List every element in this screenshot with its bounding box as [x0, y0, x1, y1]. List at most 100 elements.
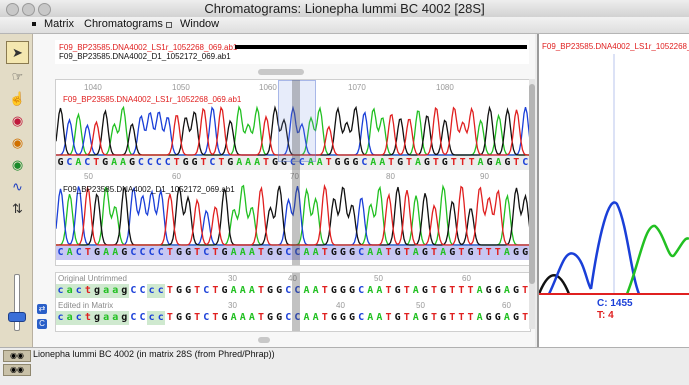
base-call: T	[403, 247, 410, 258]
wave-tool[interactable]: ∿	[6, 175, 29, 198]
window-title: Chromatograms: Lionepha lummi BC 4002 [2…	[204, 1, 485, 16]
base-call: A	[112, 247, 119, 258]
tick-top-1050: 1050	[172, 83, 190, 92]
base-call: T	[449, 312, 456, 323]
overview-scroll-thumb[interactable]	[258, 69, 304, 75]
base-call: T	[321, 285, 328, 296]
base-call: C	[139, 247, 146, 258]
base-call: T	[450, 157, 457, 168]
eye-tool-1[interactable]: ◉	[6, 109, 29, 132]
split-tool[interactable]: ⇅	[6, 197, 29, 220]
horizontal-scroll-thumb[interactable]	[258, 337, 270, 343]
eye-tool-2[interactable]: ◉	[6, 131, 29, 154]
base-call: T	[458, 247, 465, 258]
hand-pointer-icon: ☝	[9, 91, 26, 106]
base-call: G	[440, 312, 447, 323]
base-call: G	[486, 157, 493, 168]
base-call: T	[84, 247, 91, 258]
tick-mid-50: 50	[84, 172, 93, 181]
base-call: G	[227, 157, 234, 168]
base-call: G	[175, 285, 182, 296]
base-call: T	[385, 247, 392, 258]
menu-matrix[interactable]: Matrix	[44, 18, 74, 30]
base-call: A	[248, 247, 255, 258]
window-menu-icon	[166, 22, 172, 28]
base-call: C	[139, 312, 146, 323]
base-call: A	[312, 285, 319, 296]
base-call: G	[349, 312, 356, 323]
eye-tool-3[interactable]: ◉	[6, 153, 29, 176]
base-call: A	[254, 157, 261, 168]
sequence-rows: Original Untrimmed 30 40 50 60 cactgaagC…	[55, 272, 531, 332]
base-call: G	[339, 285, 346, 296]
base-call: A	[303, 285, 310, 296]
base-call: a	[110, 311, 120, 325]
eye-red-icon: ◉	[11, 113, 24, 128]
base-call: G	[421, 247, 428, 258]
title-bar: Chromatograms: Lionepha lummi BC 4002 [2…	[0, 0, 689, 18]
base-call: A	[248, 312, 255, 323]
selected-column-marker-2	[292, 273, 300, 331]
vertical-scrollbar[interactable]	[529, 79, 535, 329]
base-call: C	[57, 247, 64, 258]
base-call: G	[441, 157, 448, 168]
base-call: A	[316, 157, 323, 168]
base-call: G	[182, 157, 189, 168]
base-call: G	[175, 312, 182, 323]
base-call: T	[321, 247, 328, 258]
base-call: A	[230, 312, 237, 323]
base-call: A	[103, 247, 110, 258]
base-call: T	[200, 157, 207, 168]
tick-top-1070: 1070	[348, 83, 366, 92]
menu-bar: Matrix Chromatograms Window	[0, 17, 689, 34]
base-call: G	[276, 312, 283, 323]
base-call: G	[221, 247, 228, 258]
selected-column-marker	[292, 80, 300, 265]
base-call: G	[276, 247, 283, 258]
read2-name: F09_BP23585.DNA4002_D1_1052172_069.ab1	[63, 185, 235, 194]
split-arrows-icon: ⇅	[12, 201, 23, 216]
zoom-slider-track[interactable]	[14, 274, 20, 331]
base-call: G	[423, 157, 430, 168]
base-call: A	[111, 157, 118, 168]
base-call: C	[155, 157, 162, 168]
zoom-slider-thumb[interactable]	[8, 312, 26, 322]
base-call: C	[361, 157, 368, 168]
tick-top-1040: 1040	[84, 83, 102, 92]
base-call: G	[513, 285, 520, 296]
base-call: A	[477, 157, 484, 168]
base-call: G	[504, 157, 511, 168]
base-call: G	[485, 312, 492, 323]
base-call: g	[119, 311, 129, 325]
hand-tool-2[interactable]: ☝	[6, 87, 29, 110]
base-call: C	[148, 247, 155, 258]
menu-window[interactable]: Window	[180, 18, 219, 30]
base-call: G	[440, 285, 447, 296]
base-call: G	[175, 247, 182, 258]
base-call: A	[66, 247, 73, 258]
base-call: T	[385, 312, 392, 323]
base-call: G	[267, 247, 274, 258]
arrow-tool[interactable]: ➤	[6, 41, 29, 64]
base-call: A	[503, 247, 510, 258]
base-call: A	[230, 285, 237, 296]
base-call: C	[358, 312, 365, 323]
row-button-up[interactable]: ⇄	[37, 304, 47, 314]
base-call: A	[239, 312, 246, 323]
base-call: t	[83, 284, 93, 298]
menu-bullet-icon	[32, 22, 36, 26]
row-button-c[interactable]: C	[37, 319, 47, 329]
status-eye-icon[interactable]: ◉◉	[3, 350, 31, 362]
base-call: A	[376, 285, 383, 296]
status-text: Lionepha lummi BC 4002 (in matrix 28S (f…	[33, 349, 275, 359]
base-call: T	[458, 312, 465, 323]
base-call: c	[56, 284, 66, 298]
status-eye-icon-2[interactable]: ◉◉	[3, 364, 31, 376]
base-call: A	[476, 285, 483, 296]
hand-tool-1[interactable]: ☞	[6, 65, 29, 88]
vertical-scroll-thumb[interactable]	[529, 84, 535, 284]
base-call: T	[385, 285, 392, 296]
menu-chromatograms[interactable]: Chromatograms	[84, 18, 163, 30]
base-call: T	[321, 312, 328, 323]
base-call: T	[325, 157, 332, 168]
